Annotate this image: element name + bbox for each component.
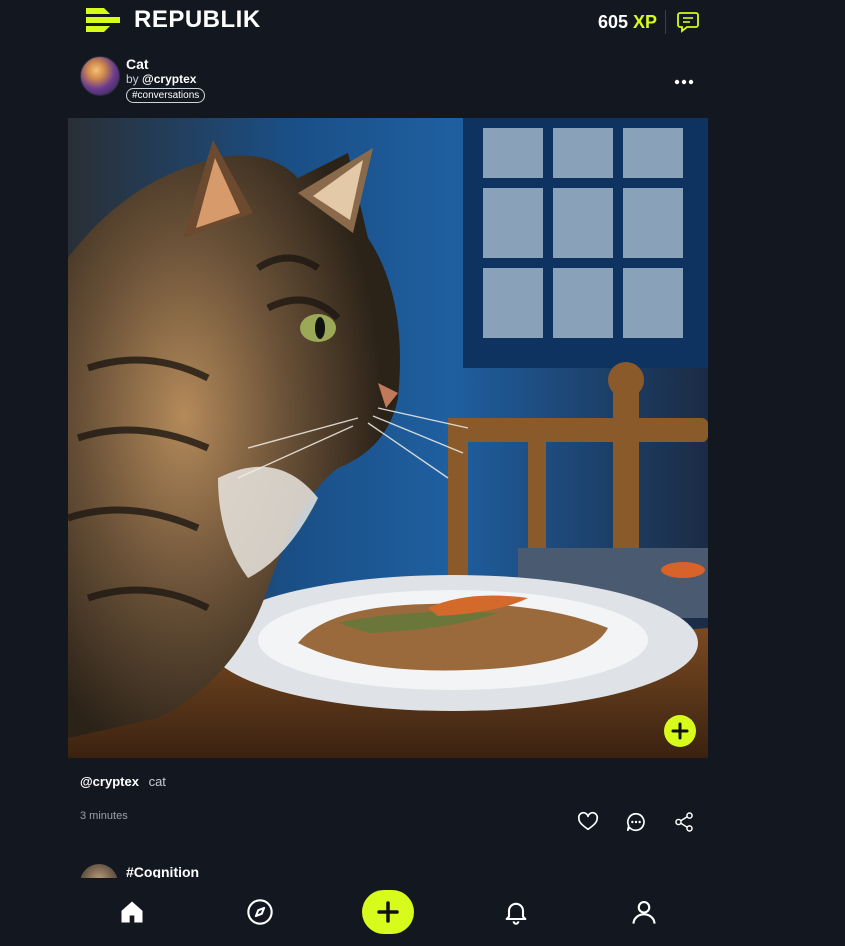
xp-counter[interactable]: 605 XP (598, 10, 700, 34)
comment-button[interactable] (623, 809, 649, 835)
like-button[interactable] (575, 809, 601, 835)
add-to-collection-button[interactable] (664, 715, 696, 747)
xp-unit: XP (633, 11, 658, 32)
nav-notifications[interactable] (500, 896, 532, 928)
nav-explore[interactable] (244, 896, 276, 928)
brand-name: REPUBLIK (134, 6, 261, 33)
post-image[interactable] (68, 118, 708, 758)
by-prefix: by (126, 72, 139, 86)
caption-user[interactable]: @cryptex (80, 774, 139, 789)
xp-divider (665, 10, 667, 34)
caption-text: cat (148, 774, 166, 789)
republik-logo-icon (86, 8, 120, 32)
more-options-button[interactable] (672, 70, 696, 99)
brand-logo[interactable]: REPUBLIK (84, 6, 261, 34)
author-avatar[interactable] (80, 56, 120, 96)
home-icon (121, 901, 143, 923)
share-icon (675, 812, 693, 832)
explore-icon (247, 899, 273, 925)
post-author-line: by @cryptex (126, 72, 196, 86)
nav-profile[interactable] (628, 896, 660, 928)
profile-icon (632, 901, 656, 924)
nav-home[interactable] (116, 896, 148, 928)
post-title[interactable]: Cat (126, 56, 149, 72)
post-author-link[interactable]: @cryptex (142, 72, 196, 86)
post-caption: @cryptex cat (80, 774, 166, 789)
messages-icon[interactable] (676, 10, 700, 34)
heart-icon (577, 811, 599, 831)
post-timestamp: 3 minutes (80, 810, 128, 822)
cat-photo (68, 118, 708, 758)
more-dots-icon (674, 79, 694, 85)
plus-icon (671, 722, 689, 740)
share-button[interactable] (671, 809, 697, 835)
comment-icon (626, 812, 645, 832)
post-tag[interactable]: #conversations (126, 88, 206, 103)
nav-create-button[interactable] (362, 890, 414, 934)
create-icon (377, 901, 399, 923)
bell-icon (505, 902, 527, 925)
xp-value: 605 (598, 11, 629, 32)
